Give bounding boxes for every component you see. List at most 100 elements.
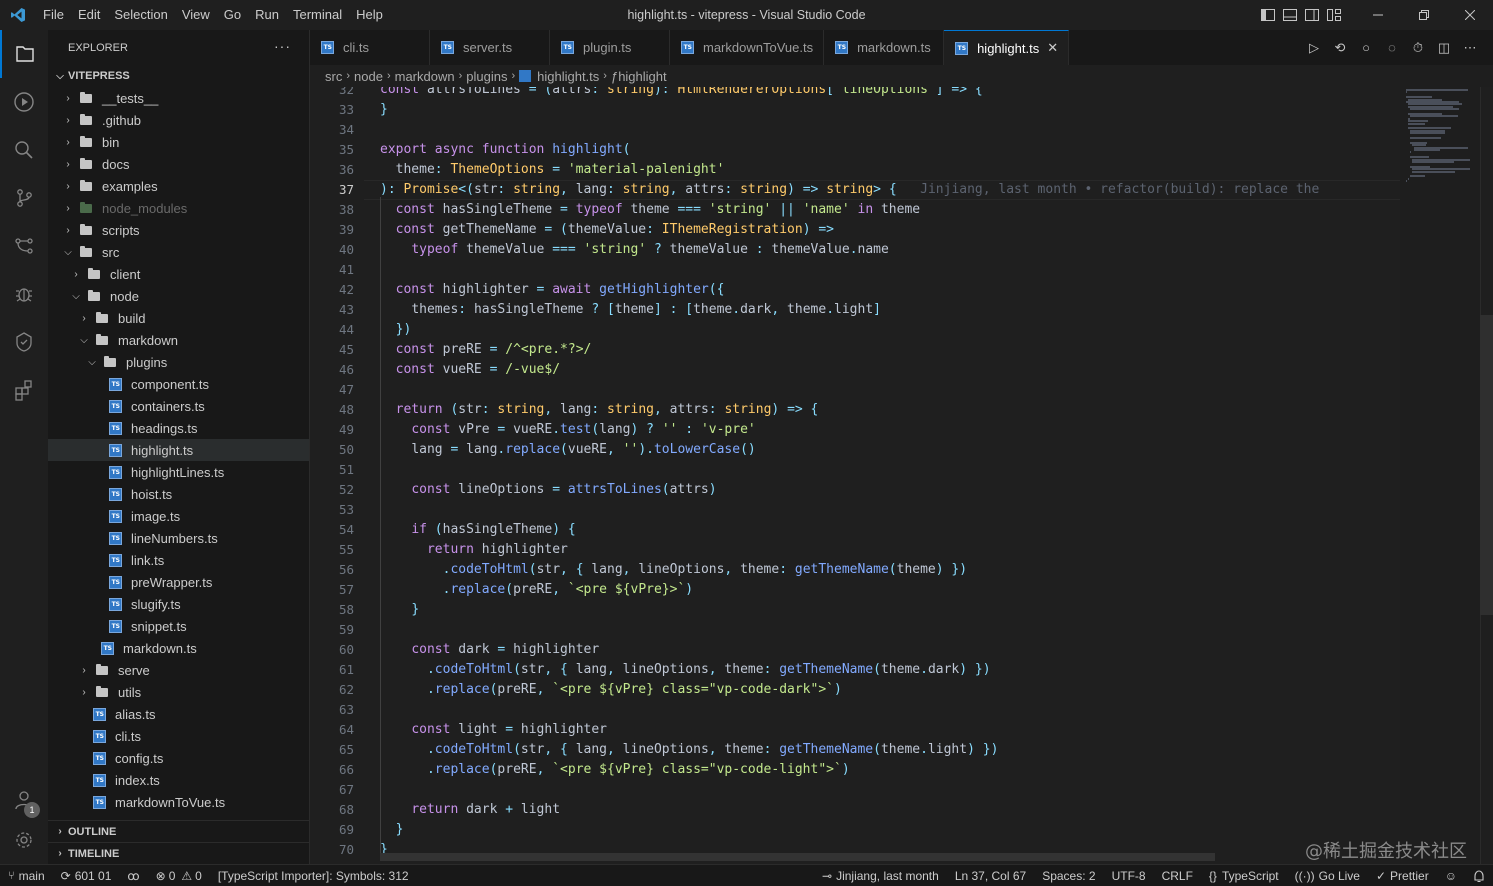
- problems-indicator[interactable]: ⊗ 0 ⚠ 0: [148, 869, 210, 883]
- folder-item[interactable]: › client: [48, 263, 309, 285]
- indentation[interactable]: Spaces: 2: [1034, 869, 1103, 883]
- menu-go[interactable]: Go: [217, 0, 248, 30]
- toggle-primary-sidebar-icon[interactable]: [1257, 0, 1279, 30]
- run-icon[interactable]: ▷: [1301, 40, 1327, 56]
- tab-plugin-ts[interactable]: TS plugin.ts: [550, 30, 670, 65]
- toggle-panel-icon[interactable]: [1279, 0, 1301, 30]
- folder-item[interactable]: ⌵ src: [48, 241, 309, 263]
- folder-item[interactable]: › serve: [48, 659, 309, 681]
- timeline-icon[interactable]: ⏱: [1405, 40, 1431, 56]
- debug-icon[interactable]: [0, 270, 48, 318]
- breadcrumb-item[interactable]: highlight.ts: [537, 69, 599, 84]
- minimap[interactable]: [1400, 87, 1480, 187]
- breadcrumb-item[interactable]: node: [354, 69, 383, 84]
- prettier-status[interactable]: ✓ Prettier: [1368, 869, 1437, 883]
- file-item[interactable]: TS highlight.ts: [48, 439, 309, 461]
- breadcrumb-item[interactable]: plugins: [466, 69, 507, 84]
- folder-item[interactable]: ⌵ markdown: [48, 329, 309, 351]
- more-actions-icon[interactable]: ···: [274, 38, 291, 54]
- file-item[interactable]: TS containers.ts: [48, 395, 309, 417]
- folder-item[interactable]: › bin: [48, 131, 309, 153]
- folder-item[interactable]: › node_modules: [48, 197, 309, 219]
- file-item[interactable]: TS preWrapper.ts: [48, 571, 309, 593]
- ts-importer-status[interactable]: [TypeScript Importer]: Symbols: 312: [210, 869, 417, 883]
- file-item[interactable]: TS hoist.ts: [48, 483, 309, 505]
- folder-item[interactable]: › .github: [48, 109, 309, 131]
- menu-edit[interactable]: Edit: [71, 0, 107, 30]
- file-item[interactable]: TS markdown.ts: [48, 637, 309, 659]
- outline-section[interactable]: › OUTLINE: [48, 820, 309, 842]
- tab-markdown-ts[interactable]: TS markdown.ts: [824, 30, 945, 65]
- restore-icon[interactable]: [1401, 0, 1447, 30]
- file-item[interactable]: TS link.ts: [48, 549, 309, 571]
- folder-item[interactable]: › scripts: [48, 219, 309, 241]
- scrollbar-thumb[interactable]: [1480, 315, 1493, 615]
- code-editor[interactable]: 32 33 34 35 36 37 38 39 40 41 42 43 44 45 46 47 48 49 50 51…: [310, 87, 1400, 864]
- file-item[interactable]: TS markdownToVue.ts: [48, 791, 309, 813]
- next-change-icon[interactable]: ◌: [1379, 40, 1405, 55]
- workspace-root[interactable]: ⌵ VITEPRESS: [48, 65, 309, 87]
- file-item[interactable]: TS alias.ts: [48, 703, 309, 725]
- language-mode[interactable]: {} TypeScript: [1201, 869, 1287, 883]
- menu-file[interactable]: File: [36, 0, 71, 30]
- menu-selection[interactable]: Selection: [107, 0, 174, 30]
- close-window-icon[interactable]: [1447, 0, 1493, 30]
- folder-item[interactable]: ⌵ plugins: [48, 351, 309, 373]
- breadcrumb-item[interactable]: markdown: [395, 69, 455, 84]
- folder-item[interactable]: ⌵ node: [48, 285, 309, 307]
- search-icon[interactable]: [0, 126, 48, 174]
- tab-highlight-ts[interactable]: TS highlight.ts ✕: [944, 30, 1070, 65]
- horizontal-scrollbar[interactable]: [380, 853, 1215, 861]
- folder-item[interactable]: › __tests__: [48, 87, 309, 109]
- source-control-icon[interactable]: [0, 174, 48, 222]
- notifications-icon[interactable]: [1465, 869, 1493, 883]
- go-live-button[interactable]: ((·)) Go Live: [1287, 869, 1368, 883]
- run-debug-icon[interactable]: [0, 78, 48, 126]
- split-editor-icon[interactable]: ◫: [1431, 40, 1457, 56]
- folder-item[interactable]: › docs: [48, 153, 309, 175]
- testing-icon[interactable]: [0, 318, 48, 366]
- folder-item[interactable]: › examples: [48, 175, 309, 197]
- encoding[interactable]: UTF-8: [1104, 869, 1154, 883]
- go-back-change-icon[interactable]: ⟲: [1327, 40, 1353, 56]
- customize-layout-icon[interactable]: [1323, 0, 1345, 30]
- extensions-icon[interactable]: [0, 366, 48, 414]
- menu-run[interactable]: Run: [248, 0, 286, 30]
- close-tab-icon[interactable]: ✕: [1047, 40, 1058, 56]
- explorer-icon[interactable]: [0, 30, 48, 78]
- sync-indicator[interactable]: ⟳ 601 01: [53, 869, 120, 883]
- file-item[interactable]: TS slugify.ts: [48, 593, 309, 615]
- breadcrumb-item[interactable]: src: [325, 69, 342, 84]
- file-item[interactable]: TS config.ts: [48, 747, 309, 769]
- tab-server-ts[interactable]: TS server.ts: [430, 30, 550, 65]
- file-item[interactable]: TS highlightLines.ts: [48, 461, 309, 483]
- file-item[interactable]: TS cli.ts: [48, 725, 309, 747]
- file-item[interactable]: TS headings.ts: [48, 417, 309, 439]
- manage-icon[interactable]: [0, 816, 48, 864]
- feedback-icon[interactable]: ☺: [1437, 869, 1465, 883]
- live-share-icon[interactable]: ꝏ: [119, 869, 147, 883]
- menu-terminal[interactable]: Terminal: [286, 0, 349, 30]
- timeline-section[interactable]: › TIMELINE: [48, 842, 309, 864]
- tab-markdowntovue-ts[interactable]: TS markdownToVue.ts: [670, 30, 825, 65]
- git-blame-status[interactable]: ⊸ Jinjiang, last month: [814, 869, 947, 883]
- menu-help[interactable]: Help: [349, 0, 390, 30]
- folder-item[interactable]: › utils: [48, 681, 309, 703]
- file-item[interactable]: TS index.ts: [48, 769, 309, 791]
- breadcrumb-item[interactable]: highlight: [618, 69, 666, 84]
- menu-view[interactable]: View: [175, 0, 217, 30]
- tab-cli-ts[interactable]: TS cli.ts: [310, 30, 430, 65]
- minimize-icon[interactable]: [1355, 0, 1401, 30]
- toggle-secondary-sidebar-icon[interactable]: [1301, 0, 1323, 30]
- file-item[interactable]: TS component.ts: [48, 373, 309, 395]
- more-actions-icon[interactable]: ⋯: [1457, 40, 1483, 56]
- git-graph-icon[interactable]: [0, 222, 48, 270]
- branch-indicator[interactable]: ⑂ main: [0, 869, 53, 883]
- previous-change-icon[interactable]: ○: [1353, 40, 1379, 55]
- file-item[interactable]: TS image.ts: [48, 505, 309, 527]
- folder-item[interactable]: › build: [48, 307, 309, 329]
- file-item[interactable]: TS lineNumbers.ts: [48, 527, 309, 549]
- cursor-position[interactable]: Ln 37, Col 67: [947, 869, 1034, 883]
- end-of-line[interactable]: CRLF: [1154, 869, 1201, 883]
- file-item[interactable]: TS snippet.ts: [48, 615, 309, 637]
